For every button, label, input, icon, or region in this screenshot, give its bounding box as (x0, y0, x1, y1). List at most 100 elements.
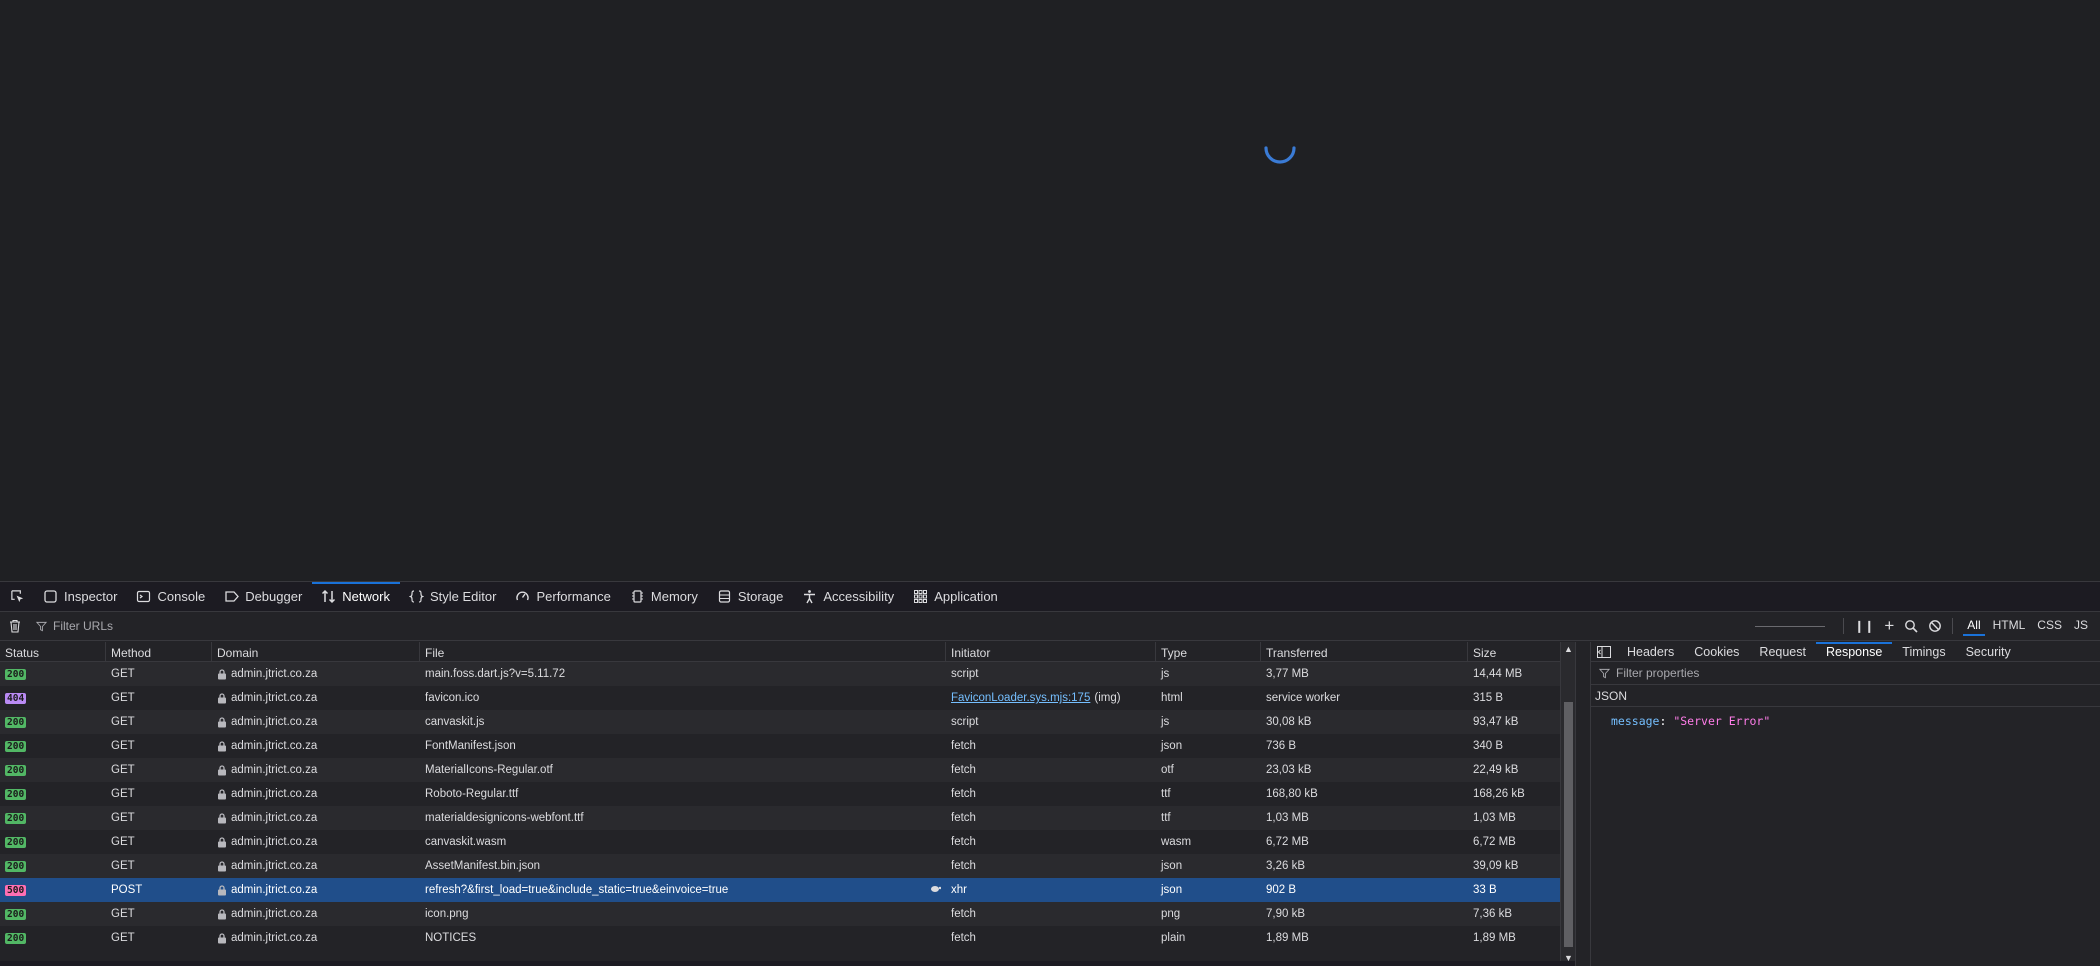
table-row[interactable]: 200 GET admin.jtrict.co.za main.foss.dart.j… (0, 662, 1575, 686)
column-header-size[interactable]: Size (1468, 642, 1575, 661)
initiator-text: fetch (951, 860, 976, 872)
devtools-panel: Inspector Console Debugger Network Style Edi… (0, 581, 2100, 966)
lock-icon (218, 668, 226, 679)
status-badge: 200 (5, 788, 27, 800)
column-header-status[interactable]: Status (0, 642, 106, 661)
type-text: wasm (1161, 836, 1192, 848)
initiator-text: script (951, 716, 979, 728)
status-badge: 404 (5, 692, 27, 704)
table-row[interactable]: 200 GET admin.jtrict.co.za Roboto-Regular.t… (0, 782, 1575, 806)
table-row[interactable]: 200 GET admin.jtrict.co.za canvaskit.wasm fe… (0, 830, 1575, 854)
table-row[interactable]: 200 GET admin.jtrict.co.za materialdesignic… (0, 806, 1575, 830)
cell-status: 500 (0, 878, 106, 902)
table-row[interactable]: 200 GET admin.jtrict.co.za icon.png fetch png… (0, 902, 1575, 926)
column-header-file[interactable]: File (420, 642, 946, 661)
json-section-header[interactable]: JSON (1591, 685, 2100, 707)
table-row[interactable]: 200 GET admin.jtrict.co.za NOTICES fetch plai… (0, 926, 1575, 950)
size-text: 340 B (1473, 740, 1504, 752)
table-row[interactable]: 500 POST admin.jtrict.co.za refresh?&first_… (0, 878, 1575, 902)
details-tab-response[interactable]: Response (1815, 642, 1893, 661)
cell-transferred: 30,08 kB (1261, 710, 1468, 734)
cell-status: 200 (0, 710, 106, 734)
cell-initiator: fetch (946, 854, 1156, 878)
tab-application[interactable]: Application (904, 582, 1008, 611)
cell-transferred: 6,72 MB (1261, 830, 1468, 854)
tab-label: Performance (536, 589, 611, 604)
cell-file: materialdesignicons-webfont.ttf (420, 806, 946, 830)
scroll-up-icon[interactable]: ▲ (1563, 644, 1574, 655)
search-icon[interactable] (1904, 619, 1918, 633)
details-tab-headers[interactable]: Headers (1617, 642, 1684, 661)
cell-method: GET (106, 734, 212, 758)
element-picker-button[interactable] (0, 582, 34, 611)
memory-icon (631, 590, 643, 603)
cell-domain: admin.jtrict.co.za (212, 830, 420, 854)
table-row[interactable]: 404 GET admin.jtrict.co.za favicon.ico Favic… (0, 686, 1575, 710)
type-filter-html[interactable]: HTML (1989, 616, 2030, 636)
cell-status: 200 (0, 734, 106, 758)
add-icon[interactable]: + (1884, 617, 1894, 634)
block-icon[interactable] (1928, 619, 1942, 633)
initiator-link[interactable]: FaviconLoader.sys.mjs:175 (951, 692, 1090, 704)
table-row[interactable]: 200 GET admin.jtrict.co.za MaterialIcons-Re… (0, 758, 1575, 782)
tab-network[interactable]: Network (312, 582, 400, 611)
request-details-sidebar: Headers Cookies Request Response Timings Secu… (1590, 642, 2100, 966)
request-list-scrollbar[interactable]: ▲ ▼ (1560, 642, 1575, 966)
size-text: 33 B (1473, 884, 1497, 896)
lock-icon (218, 716, 226, 727)
method-text: POST (111, 884, 143, 896)
status-badge: 200 (5, 860, 27, 872)
tab-inspector[interactable]: Inspector (34, 582, 127, 611)
page-viewport (0, 0, 2100, 581)
tab-debugger[interactable]: Debugger (215, 582, 312, 611)
tab-console[interactable]: Console (127, 582, 215, 611)
tab-performance[interactable]: Performance (506, 582, 620, 611)
cell-method: POST (106, 878, 212, 902)
table-row[interactable]: 200 GET admin.jtrict.co.za AssetManifest.bi… (0, 854, 1575, 878)
type-filter-js[interactable]: JS (2070, 616, 2092, 636)
cell-size: 340 B (1468, 734, 1575, 758)
cell-type: html (1156, 686, 1261, 710)
trash-icon[interactable] (8, 619, 22, 633)
cell-method: GET (106, 926, 212, 950)
cell-size: 315 B (1468, 686, 1575, 710)
size-text: 168,26 kB (1473, 788, 1525, 800)
column-header-type[interactable]: Type (1156, 642, 1261, 661)
filter-properties-input[interactable]: Filter properties (1591, 662, 2100, 685)
column-header-method[interactable]: Method (106, 642, 212, 661)
tab-style-editor[interactable]: Style Editor (400, 582, 506, 611)
cell-status: 200 (0, 806, 106, 830)
column-header-initiator[interactable]: Initiator (946, 642, 1156, 661)
panel-splitter[interactable] (1575, 642, 1590, 966)
size-text: 39,09 kB (1473, 860, 1519, 872)
size-text: 22,49 kB (1473, 764, 1519, 776)
method-text: GET (111, 932, 135, 944)
table-row[interactable]: 200 GET admin.jtrict.co.za FontManifest.jso… (0, 734, 1575, 758)
toggle-sidebar-button[interactable] (1591, 642, 1617, 661)
column-header-transferred[interactable]: Transferred (1261, 642, 1468, 661)
cell-transferred: 3,26 kB (1261, 854, 1468, 878)
tab-label: Application (934, 589, 998, 604)
cell-size: 14,44 MB (1468, 662, 1575, 686)
details-tab-timings[interactable]: Timings (1892, 642, 1955, 661)
json-line[interactable]: message: "Server Error" (1611, 714, 2100, 728)
type-filter-all[interactable]: All (1963, 616, 1985, 636)
transferred-text: 3,77 MB (1266, 668, 1309, 680)
status-badge: 200 (5, 764, 27, 776)
column-header-domain[interactable]: Domain (212, 642, 420, 661)
cell-file: canvaskit.wasm (420, 830, 946, 854)
filter-urls-input[interactable]: Filter URLs (36, 616, 113, 637)
tab-accessibility[interactable]: Accessibility (793, 582, 904, 611)
tab-storage[interactable]: Storage (708, 582, 794, 611)
scrollbar-thumb[interactable] (1564, 702, 1573, 947)
details-tab-request[interactable]: Request (1749, 642, 1816, 661)
pause-icon[interactable]: ❙❙ (1854, 619, 1874, 633)
cell-domain: admin.jtrict.co.za (212, 662, 420, 686)
details-tab-cookies[interactable]: Cookies (1684, 642, 1749, 661)
transferred-text: 1,03 MB (1266, 812, 1309, 824)
table-row[interactable]: 200 GET admin.jtrict.co.za canvaskit.js scri… (0, 710, 1575, 734)
details-tab-security[interactable]: Security (1956, 642, 2021, 661)
tab-memory[interactable]: Memory (621, 582, 708, 611)
type-filter-css[interactable]: CSS (2033, 616, 2066, 636)
cell-type: ttf (1156, 782, 1261, 806)
